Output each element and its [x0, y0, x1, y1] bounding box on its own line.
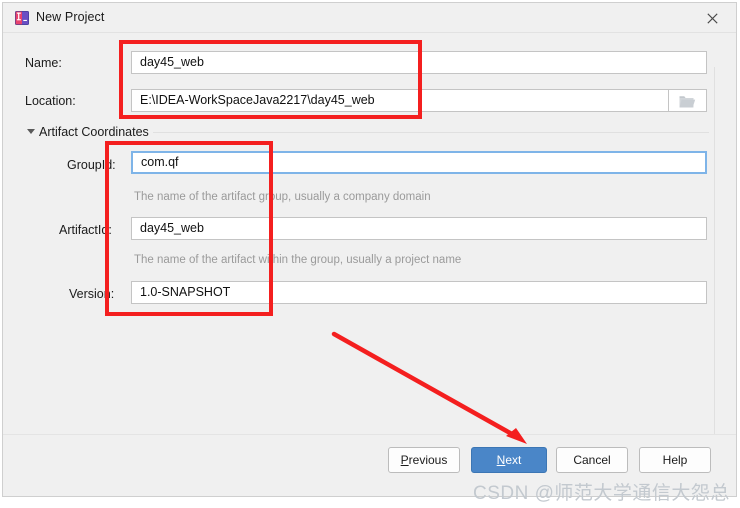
previous-button[interactable]: Previous [388, 447, 460, 473]
panel-divider [714, 67, 715, 457]
new-project-dialog: New Project Name: day45_web Location: E:… [2, 2, 737, 497]
location-input[interactable]: E:\IDEA-WorkSpaceJava2217\day45_web [131, 89, 669, 112]
version-input[interactable]: 1.0-SNAPSHOT [131, 281, 707, 304]
intellij-idea-icon [15, 11, 29, 25]
artifactid-input[interactable]: day45_web [131, 217, 707, 240]
dialog-titlebar: New Project [3, 3, 736, 33]
section-separator [153, 132, 709, 133]
dialog-title: New Project [36, 10, 105, 24]
previous-button-mnemonic: P [400, 453, 409, 467]
close-icon [707, 13, 718, 24]
csdn-watermark: CSDN @师范大学通信大怨总 [473, 483, 730, 504]
groupid-input[interactable]: com.qf [131, 151, 707, 174]
previous-button-label: revious [408, 453, 448, 467]
artifact-coordinates-section-header[interactable]: Artifact Coordinates [39, 125, 149, 139]
folder-icon [679, 96, 696, 108]
screenshot-root: New Project Name: day45_web Location: E:… [0, 0, 740, 508]
close-button[interactable] [690, 3, 736, 32]
name-input[interactable]: day45_web [131, 51, 707, 74]
name-label: Name: [25, 56, 62, 70]
cancel-button[interactable]: Cancel [556, 447, 628, 473]
version-label: Version: [69, 287, 115, 301]
location-label: Location: [25, 94, 76, 108]
location-browse-button[interactable] [669, 89, 707, 112]
help-button[interactable]: Help [639, 447, 711, 473]
artifactid-helper-text: The name of the artifact within the grou… [134, 254, 462, 266]
groupid-label: GroupId: [67, 158, 116, 172]
triangle-down-icon[interactable] [27, 129, 35, 134]
artifactid-label: ArtifactId: [59, 223, 112, 237]
next-button[interactable]: Next [471, 447, 547, 473]
groupid-helper-text: The name of the artifact group, usually … [134, 191, 431, 203]
next-button-label: ext [505, 453, 522, 467]
